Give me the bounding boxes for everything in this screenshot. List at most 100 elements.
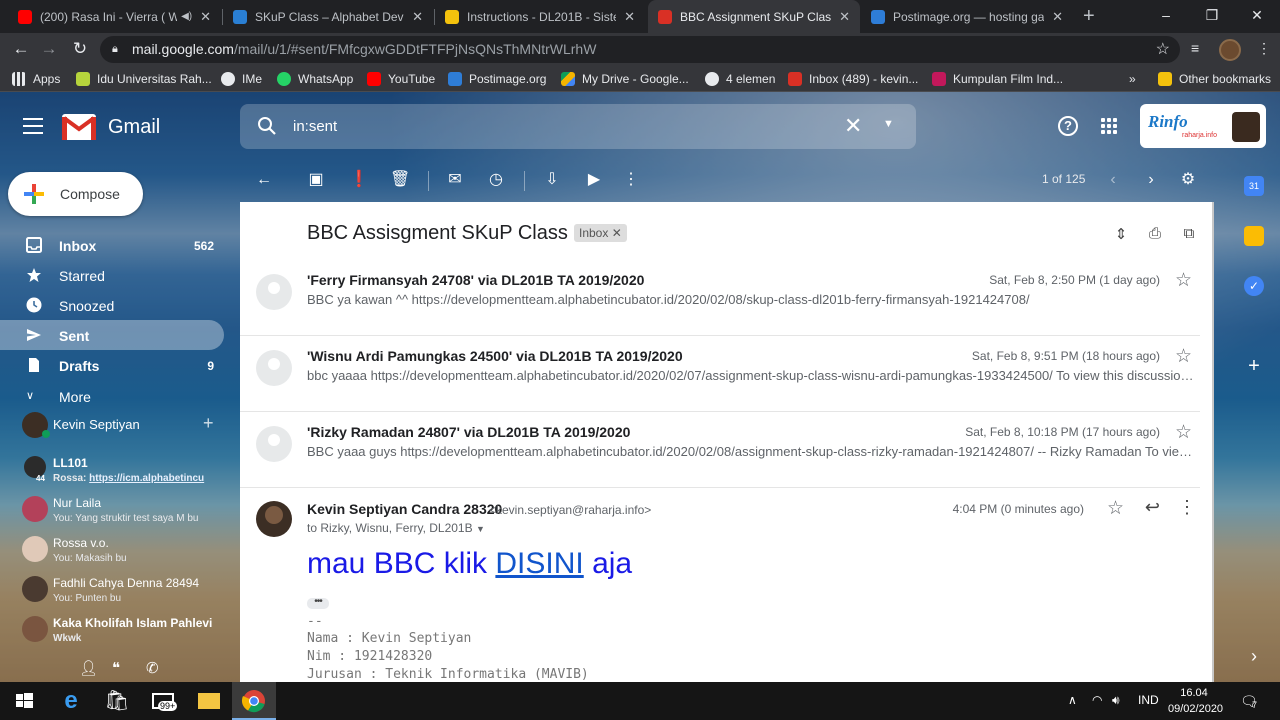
contacts-icon[interactable]: 👤︎ — [79, 659, 98, 677]
minimize-button[interactable]: – — [1143, 0, 1189, 30]
address-bar[interactable]: 🔒︎ mail.google.com/mail/u/1/#sent/FMfcgx… — [100, 36, 1180, 63]
remove-label-icon[interactable]: ✕ — [612, 226, 622, 240]
show-trimmed-content-button[interactable]: ••• — [307, 597, 329, 609]
reading-list-icon[interactable]: ≡ — [1191, 40, 1199, 56]
search-bar[interactable]: in:sent ✕ ▼ — [240, 104, 916, 149]
close-tab-icon[interactable]: ✕ — [412, 9, 423, 25]
new-tab-button[interactable]: + — [1083, 5, 1095, 28]
collapsed-message[interactable]: 'Wisnu Ardi Pamungkas 24500' via DL201B … — [240, 336, 1200, 412]
bookmark-item[interactable]: IMe — [221, 66, 262, 92]
bookmark-item[interactable]: Inbox (489) - kevin... — [788, 66, 918, 92]
volume-icon[interactable]: 🔊︎ — [1112, 693, 1120, 708]
forward-arrow-icon[interactable]: → — [38, 38, 60, 60]
help-icon[interactable]: ? — [1058, 116, 1078, 136]
compose-button[interactable]: Compose — [8, 172, 143, 216]
bookmark-item[interactable]: Postimage.org — [448, 66, 546, 92]
bookmark-item[interactable]: 4 elemen — [705, 66, 775, 92]
phone-icon[interactable]: ✆ — [146, 659, 159, 677]
language-indicator[interactable]: IND — [1138, 693, 1159, 707]
browser-tab-active[interactable]: BBC Assignment SKuP Class - k ✕ — [648, 0, 860, 33]
bookmark-item[interactable]: Kumpulan Film Ind... — [932, 66, 1063, 92]
back-to-list-icon[interactable]: ← — [255, 171, 273, 189]
collapsed-message[interactable]: 'Ferry Firmansyah 24708' via DL201B TA 2… — [240, 260, 1200, 336]
bookmark-apps[interactable]: Apps — [12, 66, 60, 92]
close-tab-icon[interactable]: ✕ — [839, 9, 850, 25]
show-side-panel-icon[interactable]: › — [1244, 646, 1264, 666]
nav-snoozed[interactable]: Snoozed — [0, 290, 224, 320]
tasks-icon[interactable]: ✓ — [1244, 276, 1264, 296]
message-more-icon[interactable]: ⋮ — [1178, 497, 1196, 518]
other-bookmarks[interactable]: Other bookmarks — [1158, 66, 1271, 92]
file-explorer-icon[interactable] — [196, 687, 224, 715]
nav-starred[interactable]: Starred — [0, 260, 224, 290]
store-icon[interactable]: 🛍︎ — [103, 687, 131, 715]
hangouts-icon[interactable]: ❝ — [112, 659, 120, 677]
hangout-conversation[interactable]: Rossa v.o. You: Makasih bu — [0, 534, 224, 574]
more-options-icon[interactable]: ⋮ — [622, 171, 640, 189]
message-scrollbar[interactable] — [1212, 202, 1214, 682]
chrome-icon[interactable] — [240, 687, 268, 715]
archive-icon[interactable]: ▣ — [307, 171, 325, 189]
reload-icon[interactable]: ↻ — [69, 38, 91, 60]
bookmark-item[interactable]: WhatsApp — [277, 66, 353, 92]
recipients[interactable]: to Rizky, Wisnu, Ferry, DL201B ▼ — [307, 521, 485, 535]
expand-all-icon[interactable]: ⇕ — [1112, 225, 1130, 243]
browser-menu-icon[interactable]: ⋮ — [1257, 40, 1271, 57]
main-menu-icon[interactable] — [23, 118, 43, 134]
get-addons-icon[interactable]: + — [1244, 356, 1264, 376]
nav-more[interactable]: ∨ More — [0, 381, 224, 411]
collapsed-message[interactable]: 'Rizky Ramadan 24807' via DL201B TA 2019… — [240, 412, 1200, 488]
nav-inbox[interactable]: Inbox 562 — [0, 230, 224, 260]
google-apps-icon[interactable] — [1101, 118, 1117, 134]
account-switcher[interactable]: Rinfo raharja.info — [1140, 104, 1266, 148]
taskbar-clock[interactable]: 16.04 09/02/2020 — [1168, 685, 1223, 717]
print-icon[interactable]: ⎙ — [1146, 225, 1164, 243]
back-arrow-icon[interactable]: ← — [10, 38, 32, 60]
edge-icon[interactable]: e — [57, 687, 85, 715]
browser-tab[interactable]: (200) Rasa Ini - Vierra ( Wi ◀) ✕ — [8, 0, 221, 33]
windows-start-icon[interactable] — [10, 687, 38, 715]
bookmarks-overflow-button[interactable]: » — [1129, 66, 1136, 92]
browser-tab[interactable]: Instructions - DL201B - Sistem ✕ — [435, 0, 645, 33]
snooze-icon[interactable]: ◷ — [487, 171, 505, 189]
mark-unread-icon[interactable]: ✉ — [446, 171, 464, 189]
newer-icon[interactable]: ‹ — [1104, 171, 1122, 189]
star-toggle-icon[interactable]: ☆ — [1175, 345, 1192, 368]
search-icon[interactable] — [257, 116, 277, 136]
reply-icon[interactable]: ↩ — [1145, 497, 1160, 518]
hangout-conversation[interactable]: 44 LL101 Rossa: https://icm.alphabetincu — [0, 454, 224, 494]
bookmark-item[interactable]: My Drive - Google... — [561, 66, 689, 92]
disini-link[interactable]: DISINI — [495, 547, 583, 580]
older-icon[interactable]: › — [1142, 171, 1160, 189]
browser-profile-avatar[interactable] — [1219, 39, 1241, 61]
delete-icon[interactable]: 🗑︎ — [390, 171, 410, 189]
close-tab-icon[interactable]: ✕ — [1052, 9, 1063, 25]
speaker-icon[interactable]: ◀) — [181, 11, 192, 22]
browser-tab[interactable]: SKuP Class – Alphabet Develop ✕ — [223, 0, 433, 33]
hangout-conversation[interactable]: Fadhli Cahya Denna 28494 You: Punten bu — [0, 574, 224, 614]
keep-icon[interactable] — [1244, 226, 1264, 246]
nav-sent[interactable]: Sent — [0, 320, 224, 350]
clear-search-icon[interactable]: ✕ — [844, 113, 862, 139]
hangout-conversation[interactable]: Nur Laila You: Yang struktir test saya M… — [0, 494, 224, 534]
nav-drafts[interactable]: Drafts 9 — [0, 350, 224, 380]
new-conversation-icon[interactable]: + — [203, 413, 214, 434]
move-to-icon[interactable]: ⇩ — [543, 171, 561, 189]
bookmark-star-icon[interactable]: ☆ — [1156, 36, 1170, 63]
browser-tab[interactable]: Postimage.org — hosting gam ✕ — [861, 0, 1073, 33]
report-spam-icon[interactable]: ❗ — [349, 171, 369, 189]
hangout-conversation[interactable]: Kaka Kholifah Islam Pahlevi Wkwk — [0, 614, 224, 654]
inbox-label-chip[interactable]: Inbox ✕ — [574, 224, 627, 242]
calendar-icon[interactable]: 31 — [1244, 176, 1264, 196]
close-tab-icon[interactable]: ✕ — [200, 9, 211, 25]
hangouts-self[interactable]: Kevin Septiyan + — [0, 408, 240, 442]
bookmark-item[interactable]: YouTube — [367, 66, 435, 92]
mail-app-icon[interactable]: 99+ — [150, 687, 178, 715]
star-toggle-icon[interactable]: ☆ — [1175, 421, 1192, 444]
restore-button[interactable]: ❐ — [1189, 0, 1235, 30]
close-tab-icon[interactable]: ✕ — [624, 9, 635, 25]
bookmark-item[interactable]: Idu Universitas Rah... — [76, 66, 212, 92]
search-options-icon[interactable]: ▼ — [883, 118, 894, 130]
show-hidden-icons[interactable]: ∧ — [1068, 693, 1077, 707]
star-toggle-icon[interactable]: ☆ — [1107, 497, 1124, 520]
